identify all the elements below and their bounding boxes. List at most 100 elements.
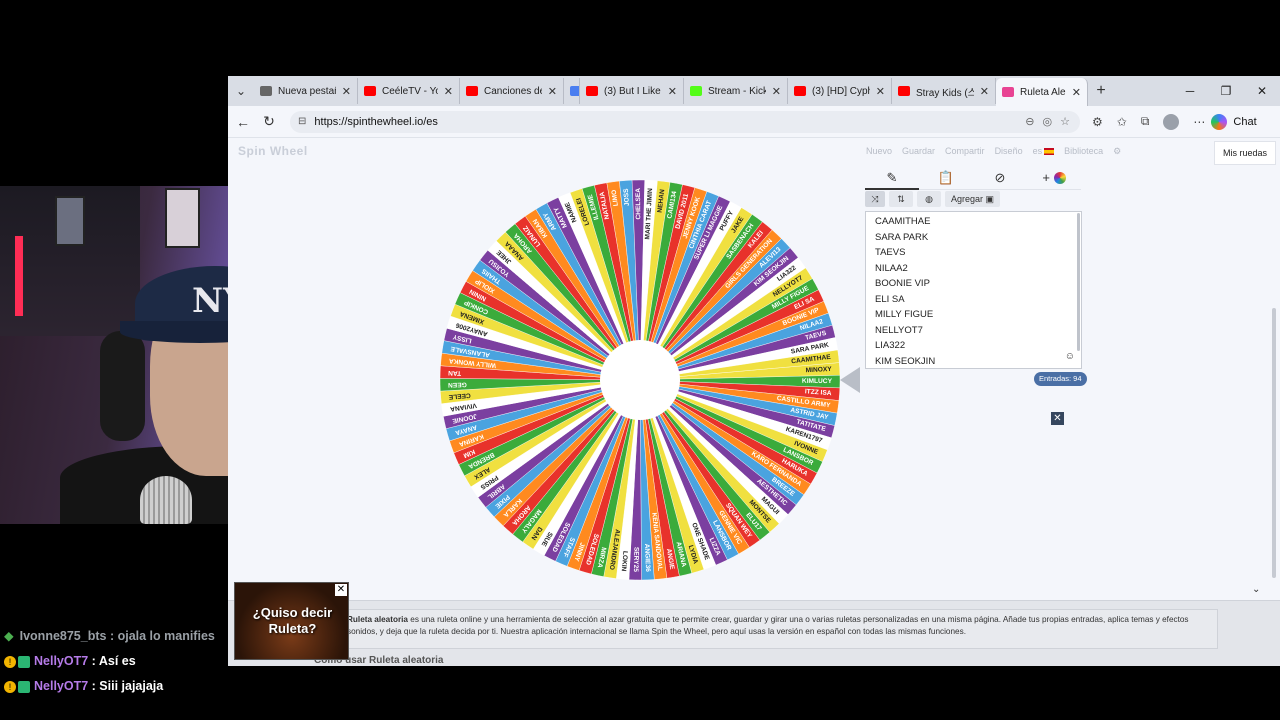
- description-box: Ruleta aleatoria es una ruleta online y …: [338, 609, 1218, 649]
- tab-close-icon[interactable]: ✕: [1072, 86, 1081, 99]
- tab-close-icon[interactable]: ✕: [342, 85, 351, 98]
- tab-label: (3) But I Like Yo: [604, 85, 662, 97]
- tab-close-icon[interactable]: ✕: [980, 85, 989, 98]
- minimize-icon[interactable]: ─: [1172, 76, 1208, 106]
- entry-line[interactable]: NELLYOT7: [875, 323, 1072, 339]
- browser-tab[interactable]: Stream - Kick D ✕: [684, 78, 788, 104]
- profile-avatar[interactable]: [1163, 113, 1180, 130]
- edit-pencil-icon[interactable]: ✎: [865, 168, 919, 190]
- wheel-entry-label: CHELSEA: [635, 188, 642, 220]
- chat-message: ! NellyOT7 : Así es: [0, 651, 400, 676]
- browser-tools: ⚙ ✩ ⧉ ⋯: [1092, 113, 1205, 130]
- back-icon[interactable]: ←: [230, 114, 256, 130]
- chat-text: : Así es: [91, 654, 136, 668]
- neon-lamp: [15, 236, 23, 316]
- extensions-icon[interactable]: ⚙: [1092, 115, 1103, 129]
- tab-favicon-icon: [898, 86, 910, 96]
- wheel-entry-label: TAN: [448, 369, 462, 377]
- results-clipboard-icon[interactable]: 📋: [919, 168, 973, 190]
- menu-biblioteca[interactable]: Biblioteca: [1064, 146, 1103, 157]
- url-text: https://spinthewheel.io/es: [314, 115, 438, 128]
- settings-icon[interactable]: ⚙: [1113, 146, 1121, 157]
- headset: [100, 331, 145, 441]
- chat-text: : ojala lo manifies: [109, 629, 215, 643]
- entry-line[interactable]: SARA PARK: [875, 230, 1072, 246]
- shuffle-icon[interactable]: ⤨: [865, 191, 885, 207]
- agregar-button[interactable]: Agregar ▣: [945, 191, 1001, 207]
- wheel-pointer-icon: [840, 367, 860, 393]
- tab-favicon-icon: [364, 86, 376, 96]
- browser-tab[interactable]: Ruleta Aleator ✕: [996, 78, 1088, 106]
- overlay-close-icon[interactable]: ✕: [335, 584, 347, 596]
- entry-line[interactable]: MILLY FIGUE: [875, 307, 1072, 323]
- close-window-icon[interactable]: ✕: [1244, 76, 1280, 106]
- tab-close-icon[interactable]: ✕: [548, 85, 557, 98]
- entry-line[interactable]: KIM SEOKJIN: [875, 354, 1072, 370]
- screen: NY ⌄ Nueva pestaña✕CeéleTV - YouT✕Cancio…: [0, 0, 1280, 720]
- tabs: Nueva pestaña✕CeéleTV - YouT✕Canciones d…: [254, 76, 1088, 106]
- tab-list-icon[interactable]: ⌄: [228, 76, 254, 106]
- collections-icon[interactable]: ⧉: [1141, 114, 1150, 129]
- tab-close-icon[interactable]: ✕: [444, 85, 453, 98]
- tab-favicon-icon: [570, 86, 579, 96]
- browser-tab[interactable]: (3) But I Like Yo ✕: [580, 78, 684, 104]
- browser-tab[interactable]: Nueva pestaña ✕: [254, 78, 358, 104]
- overlay-line-1: ¿Quiso decir: [252, 605, 333, 620]
- menu-nuevo[interactable]: Nuevo: [866, 146, 892, 157]
- mis-ruedas-button[interactable]: Mis ruedas: [1214, 141, 1276, 165]
- wheel-entry-label: JOSS: [623, 188, 631, 207]
- emoji-icon[interactable]: ☺: [1065, 351, 1075, 362]
- browser-window: ⌄ Nueva pestaña✕CeéleTV - YouT✕Canciones…: [228, 76, 1280, 666]
- page-scrollbar[interactable]: [1272, 308, 1276, 578]
- reader-icon[interactable]: ◎: [1043, 115, 1053, 128]
- more-icon[interactable]: ⋯: [1193, 115, 1205, 129]
- favorite-star-icon[interactable]: ☆: [1060, 115, 1070, 128]
- entry-line[interactable]: TAEVS: [875, 245, 1072, 261]
- entry-line[interactable]: NILAA2: [875, 261, 1072, 277]
- menu-compartir[interactable]: Compartir: [945, 146, 985, 157]
- entries-textarea[interactable]: CAAMITHAE SARA PARK TAEVS NILAA2 BOONIE VIP E…: [865, 211, 1082, 369]
- new-tab-button[interactable]: +: [1088, 82, 1114, 100]
- menu-guardar[interactable]: Guardar: [902, 146, 935, 157]
- spin-wheel[interactable]: MINOXY KIMLUCY ITZZ ISA CASTILLO ARMY ASTRID…: [438, 178, 842, 582]
- browser-tab[interactable]: (3) [HD] Cyphe ✕: [788, 78, 892, 104]
- url-field[interactable]: ⊟ https://spinthewheel.io/es ⊖ ◎ ☆: [290, 110, 1080, 133]
- panel-tabs: ✎ 📋 ⊘ +: [865, 168, 1081, 190]
- browser-tab[interactable]: CeéleTV - YouT ✕: [358, 78, 460, 104]
- tab-close-icon[interactable]: ✕: [668, 85, 677, 98]
- entry-toolbar: ⤨ ⇅ ◍ Agregar ▣: [865, 191, 1001, 207]
- browser-tab[interactable]: [564, 78, 580, 104]
- menu-language[interactable]: es: [1033, 146, 1055, 157]
- add-color-button[interactable]: +: [1027, 168, 1081, 190]
- close-ad-icon[interactable]: ✕: [1051, 412, 1064, 425]
- entry-line[interactable]: ELI SA: [875, 292, 1072, 308]
- tab-close-icon[interactable]: ✕: [876, 85, 885, 98]
- menu-diseno[interactable]: Diseño: [995, 146, 1023, 157]
- wheel-entry-label: MINOXY: [806, 366, 833, 374]
- zoom-icon[interactable]: ⊖: [1025, 115, 1034, 128]
- chat-text: : Siii jajajaja: [91, 679, 164, 693]
- chevron-down-icon[interactable]: ⌄: [1252, 584, 1260, 595]
- hide-eye-icon[interactable]: ⊘: [973, 168, 1027, 190]
- wheel-svg[interactable]: MINOXYKIMLUCYITZZ ISACASTILLO ARMYASTRID…: [438, 178, 842, 582]
- site-logo[interactable]: Spin Wheel: [238, 144, 308, 158]
- entry-line[interactable]: CAAMITHAE: [875, 214, 1072, 230]
- diamond-icon: ◆: [4, 629, 14, 643]
- restore-icon[interactable]: ❐: [1208, 76, 1244, 106]
- wheel-center[interactable]: [600, 340, 680, 420]
- browser-tab[interactable]: Canciones de c ✕: [460, 78, 564, 104]
- tab-label: Ruleta Aleator: [1020, 86, 1066, 98]
- reload-icon[interactable]: ↻: [256, 113, 282, 130]
- tab-close-icon[interactable]: ✕: [772, 85, 781, 98]
- entry-line[interactable]: BOONIE VIP: [875, 276, 1072, 292]
- browser-tab[interactable]: Stray Kids (스트 ✕: [892, 78, 996, 104]
- sort-icon[interactable]: ⇅: [889, 191, 913, 207]
- tab-favicon-icon: [690, 86, 702, 96]
- sub-badge-icon: !: [4, 655, 16, 668]
- copilot-chat-button[interactable]: Chat: [1211, 113, 1257, 130]
- entries-scrollbar[interactable]: [1077, 213, 1080, 351]
- image-icon[interactable]: ◍: [917, 191, 941, 207]
- favorites-icon[interactable]: ✩: [1117, 115, 1127, 129]
- site-info-icon[interactable]: ⊟: [298, 116, 306, 127]
- entry-line[interactable]: LIA322: [875, 338, 1072, 354]
